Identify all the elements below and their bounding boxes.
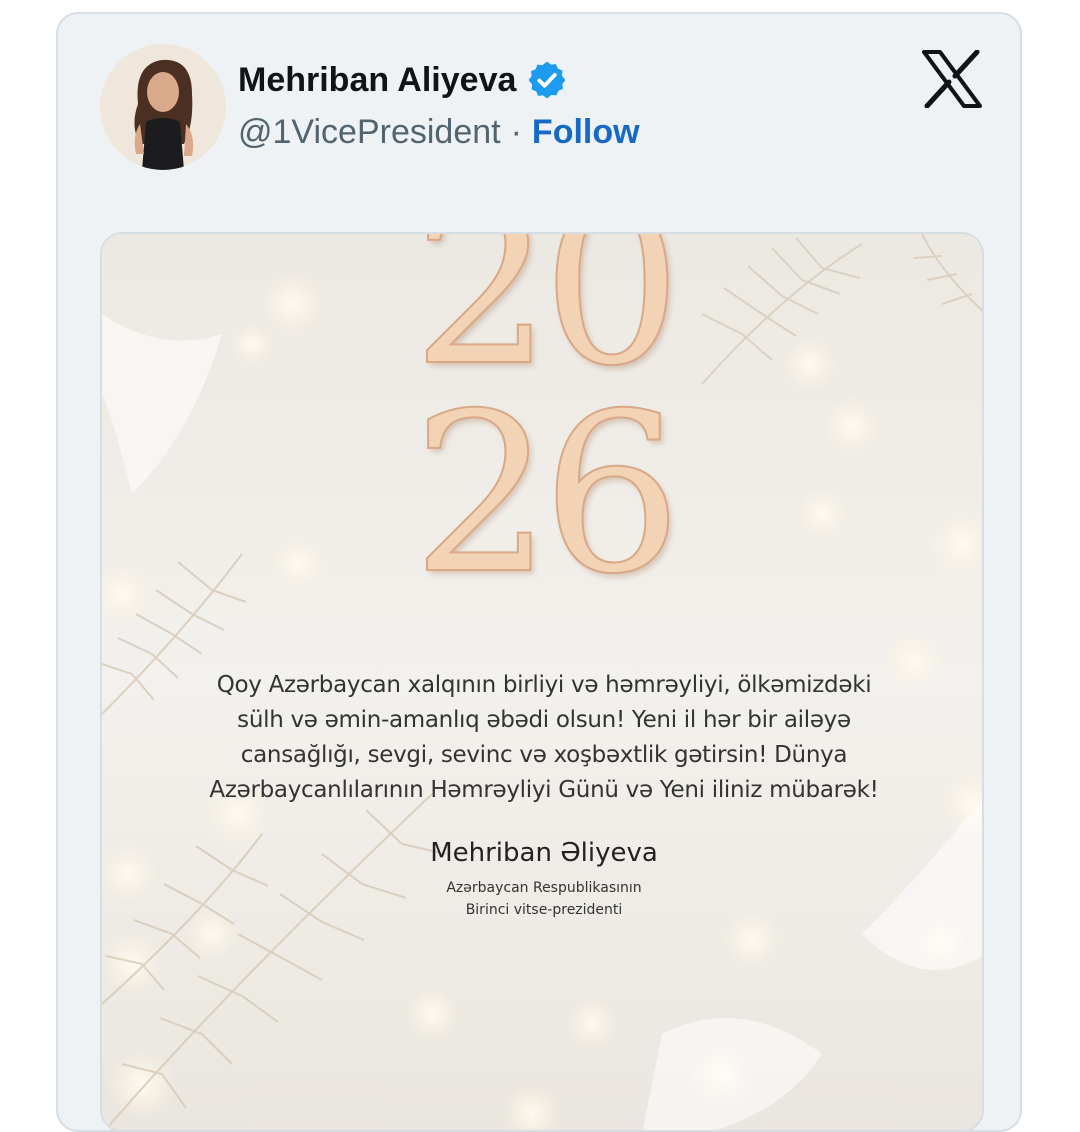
follow-button[interactable]: Follow [532, 113, 640, 152]
author-handle[interactable]: @1VicePresident [238, 113, 501, 152]
signature-title-line1: Azərbaycan Respublikasının [446, 880, 642, 896]
signature-title-line2: Birinci vitse-prezidenti [465, 902, 623, 918]
handle-row: @1VicePresident · Follow [238, 110, 640, 154]
separator-dot: · [510, 112, 522, 151]
avatar[interactable] [100, 44, 226, 170]
author-row: Mehriban Aliyeva [238, 56, 568, 104]
tweet-media-image[interactable]: 20 26 Qoy Azərbaycan xalqının birliyi və… [100, 232, 984, 1132]
signature-name: Mehriban Əliyeva [430, 838, 658, 868]
greeting-message: Qoy Azərbaycan xalqının birliyi və həmrə… [209, 672, 879, 803]
verified-badge-icon [529, 61, 566, 99]
x-logo-icon[interactable] [922, 50, 982, 108]
year-digits-bottom: 26 [411, 366, 683, 622]
tweet-embed-card: Mehriban Aliyeva @1VicePresident · Follo… [56, 12, 1022, 1132]
author-name[interactable]: Mehriban Aliyeva [238, 61, 516, 100]
